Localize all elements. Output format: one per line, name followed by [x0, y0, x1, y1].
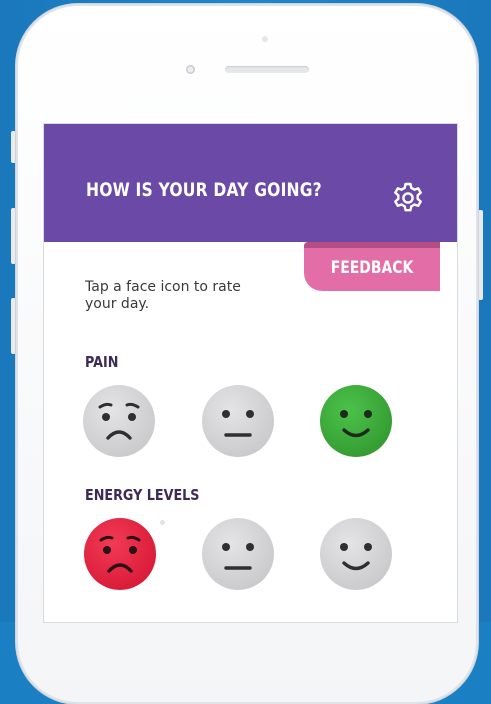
energy-sad-face-button[interactable] [84, 518, 156, 590]
sad-face-icon [83, 385, 155, 457]
phone-speaker [225, 66, 309, 73]
pain-sad-face-button[interactable] [83, 385, 155, 457]
happy-face-icon [320, 385, 392, 457]
phone-side-button-right [478, 210, 483, 300]
phone-camera [186, 65, 195, 74]
phone-sensor [262, 36, 268, 42]
gear-icon[interactable] [390, 180, 426, 216]
page-title: HOW IS YOUR DAY GOING? [86, 179, 322, 201]
sad-face-icon [84, 518, 156, 590]
app-header: HOW IS YOUR DAY GOING? [44, 124, 457, 242]
happy-face-icon [320, 518, 392, 590]
decorative-dot [160, 520, 165, 525]
feedback-label: FEEDBACK [330, 258, 414, 278]
rating-instructions: Tap a face icon to rate your day. [85, 279, 241, 312]
neutral-face-icon [202, 385, 274, 457]
neutral-face-icon [202, 518, 274, 590]
app-screen: HOW IS YOUR DAY GOING? FEEDBACK Tap a fa… [44, 124, 457, 622]
energy-neutral-face-button[interactable] [202, 518, 274, 590]
pain-neutral-face-button[interactable] [202, 385, 274, 457]
energy-happy-face-button[interactable] [320, 518, 392, 590]
feedback-button[interactable]: FEEDBACK [304, 242, 440, 291]
section-label-energy-levels: ENERGY LEVELS [85, 486, 200, 504]
pain-happy-face-button[interactable] [320, 385, 392, 457]
section-label-pain: PAIN [85, 353, 119, 371]
